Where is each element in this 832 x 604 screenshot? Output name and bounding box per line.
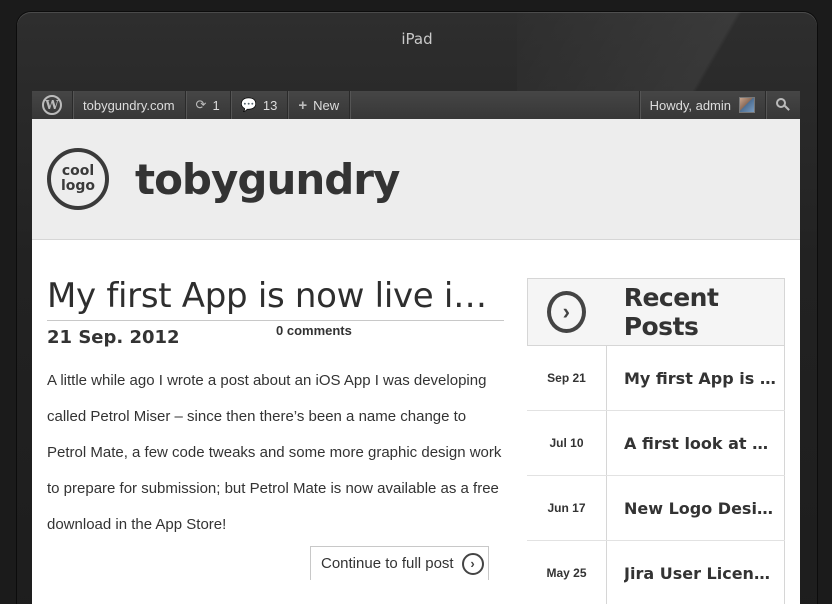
- post-excerpt: A little while ago I wrote a post about …: [47, 372, 502, 533]
- recent-post-link[interactable]: A first look at RedB…: [607, 411, 785, 475]
- widget-title: Recent Posts: [623, 283, 719, 341]
- recent-post-title: New Logo Design f…: [624, 498, 778, 518]
- post-meta: 21 Sep. 2012 0 comments: [47, 321, 504, 351]
- wp-logo-menu[interactable]: W: [32, 91, 73, 119]
- comment-bubble-icon: 💬: [240, 97, 257, 112]
- comments-link[interactable]: 💬 13: [231, 91, 289, 119]
- updates-link[interactable]: ⟳ 1: [186, 91, 231, 119]
- site-header: cool logo tobygundry: [32, 119, 800, 240]
- site-logo[interactable]: cool logo: [47, 148, 109, 210]
- recent-post-link[interactable]: Jira User License C…: [607, 541, 785, 604]
- chevron-right-icon: ›: [547, 291, 586, 333]
- browser-screen: W tobygundry.com ⟳ 1 💬 13 + New Howdy, a…: [32, 91, 800, 604]
- logo-line-1: cool: [61, 163, 95, 179]
- adminbar-search[interactable]: [765, 91, 800, 119]
- continue-label: Continue to full post: [321, 555, 454, 572]
- recent-post-title: My first App is now…: [624, 368, 778, 388]
- recent-post-date: Sep 21: [527, 346, 607, 410]
- recent-post-link[interactable]: New Logo Design f…: [607, 476, 785, 540]
- device-title: iPad: [401, 30, 433, 48]
- post-title[interactable]: My first App is now live in t…: [47, 276, 504, 321]
- site-name-link[interactable]: tobygundry.com: [73, 91, 186, 119]
- updates-count: 1: [212, 97, 220, 113]
- avatar: [739, 97, 755, 113]
- plus-icon: +: [298, 96, 308, 114]
- continue-reading-button[interactable]: Continue to full post ›: [310, 546, 489, 580]
- wp-admin-bar: W tobygundry.com ⟳ 1 💬 13 + New Howdy, a…: [32, 91, 800, 119]
- post-article: My first App is now live in t… 21 Sep. 2…: [47, 276, 504, 543]
- comments-count: 13: [262, 97, 278, 113]
- list-item: Sep 21 My first App is now…: [527, 346, 785, 411]
- recent-posts-header: › Recent Posts: [527, 278, 785, 346]
- recent-post-title: A first look at RedB…: [624, 433, 778, 453]
- list-item: Jun 17 New Logo Design f…: [527, 476, 785, 541]
- new-content-link[interactable]: + New: [288, 91, 351, 119]
- recent-post-link[interactable]: My first App is now…: [607, 346, 785, 410]
- sidebar: › Recent Posts Sep 21 My first App is no…: [527, 278, 785, 604]
- new-label: New: [313, 97, 340, 113]
- recent-post-date: Jun 17: [527, 476, 607, 540]
- recent-post-title: Jira User License C…: [624, 563, 778, 583]
- logo-line-2: logo: [60, 178, 96, 194]
- my-account-menu[interactable]: Howdy, admin: [638, 91, 765, 119]
- wordpress-logo-icon: W: [42, 95, 62, 115]
- site-title[interactable]: tobygundry: [135, 155, 400, 204]
- list-item: May 25 Jira User License C…: [527, 541, 785, 604]
- post-date: 21 Sep. 2012: [47, 327, 180, 348]
- list-item: Jul 10 A first look at RedB…: [527, 411, 785, 476]
- adminbar-spacer: [350, 91, 638, 119]
- recent-post-date: May 25: [527, 541, 607, 604]
- search-icon: [776, 98, 790, 112]
- recent-post-date: Jul 10: [527, 411, 607, 475]
- recent-posts-list: Sep 21 My first App is now… Jul 10 A fir…: [527, 346, 785, 604]
- howdy-label: Howdy, admin: [649, 97, 731, 113]
- refresh-icon: ⟳: [195, 97, 207, 112]
- chevron-right-icon: ›: [461, 552, 484, 575]
- post-comments-link[interactable]: 0 comments: [276, 323, 352, 338]
